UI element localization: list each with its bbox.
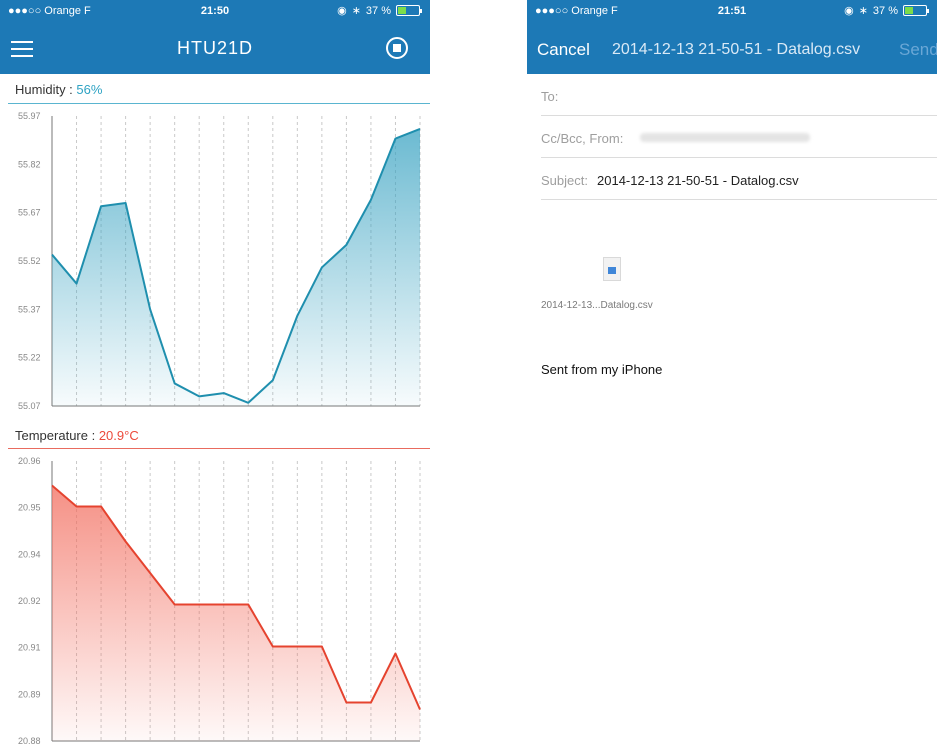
app-title: HTU21D	[176, 38, 253, 58]
temperature-data-point	[419, 708, 422, 711]
spreadsheet-file-icon[interactable]	[603, 257, 621, 281]
temperature-y-tick-label: 20.89	[18, 689, 41, 699]
temperature-header: Temperature : 20.9°C	[15, 428, 139, 443]
temperature-data-point	[247, 603, 250, 606]
humidity-y-tick-label: 55.52	[18, 256, 41, 266]
humidity-data-point	[173, 382, 176, 385]
email-signature: Sent from my iPhone	[541, 362, 663, 377]
temperature-y-tick-label: 20.96	[18, 456, 41, 466]
temperature-label: Temperature :	[15, 428, 99, 443]
temperature-data-point	[198, 603, 201, 606]
humidity-data-point	[271, 379, 274, 382]
subject-field[interactable]: Subject: 2014-12-13 21-50-51 - Datalog.c…	[541, 158, 937, 200]
temperature-data-point	[51, 484, 54, 487]
cc-bcc-from-field[interactable]: Cc/Bcc, From:	[541, 116, 937, 158]
humidity-data-point	[247, 401, 250, 404]
temperature-data-point	[394, 652, 397, 655]
mail-compose-screen: ●●●○○ Orange F 21:51 ◉ ∗ 37 % Cancel 201…	[527, 0, 937, 750]
to-label: To:	[541, 89, 559, 104]
humidity-y-tick-label: 55.37	[18, 304, 41, 314]
humidity-y-tick-label: 55.67	[18, 208, 41, 218]
temperature-divider	[8, 448, 430, 449]
subject-value: 2014-12-13 21-50-51 - Datalog.csv	[597, 173, 799, 188]
status-bar: ●●●○○ Orange F 21:50 ◉ ∗ 37 %	[0, 0, 430, 23]
humidity-y-tick-label: 55.97	[18, 111, 41, 121]
humidity-data-point	[394, 137, 397, 140]
humidity-data-point	[369, 198, 372, 201]
humidity-data-point	[296, 314, 299, 317]
humidity-data-point	[345, 243, 348, 246]
temperature-data-point	[173, 603, 176, 606]
humidity-data-point	[419, 127, 422, 130]
temperature-value: 20.9°C	[98, 428, 139, 443]
temperature-y-tick-label: 20.94	[18, 549, 41, 559]
temperature-y-tick-label: 20.92	[18, 596, 41, 606]
battery-icon	[903, 5, 929, 16]
temperature-y-tick-label: 20.88	[18, 736, 41, 746]
navigation-bar: ●●●○○ Orange F 21:50 ◉ ∗ 37 % HTU21D	[0, 0, 430, 74]
temperature-data-point	[124, 540, 127, 543]
temperature-data-point	[296, 645, 299, 648]
humidity-area	[52, 128, 420, 406]
temperature-data-point	[320, 645, 323, 648]
temperature-y-tick-label: 20.91	[18, 643, 41, 653]
cc-bcc-from-label: Cc/Bcc, From:	[541, 131, 624, 146]
temperature-data-point	[271, 645, 274, 648]
temperature-chart: 20.96 20.95 20.94 20.92 20.91 20.89 20.88	[18, 456, 422, 746]
temperature-data-point	[345, 701, 348, 704]
humidity-y-tick-label: 55.22	[18, 353, 41, 363]
humidity-value: 56%	[76, 82, 103, 97]
record-stop-icon[interactable]	[386, 37, 408, 59]
alarm-icon: ◉	[337, 5, 347, 17]
humidity-data-point	[222, 392, 225, 395]
attachment-label[interactable]: 2014-12-13...Datalog.csv	[541, 300, 653, 311]
temperature-y-tick-label: 20.95	[18, 503, 41, 513]
humidity-chart: 55.97 55.82 55.67 55.52 55.37 55.22 55.07	[18, 111, 422, 411]
subject-label: Subject:	[541, 173, 588, 188]
humidity-data-point	[100, 205, 103, 208]
status-bar: ●●●○○ Orange F 21:51 ◉ ∗ 37 %	[527, 0, 937, 23]
bluetooth-icon: ∗	[351, 5, 361, 17]
humidity-data-point	[51, 253, 54, 256]
to-field[interactable]: To:	[541, 74, 937, 116]
bluetooth-icon: ∗	[858, 5, 868, 17]
htu21d-app-screen: ●●●○○ Orange F 21:50 ◉ ∗ 37 % HTU21D Hum…	[0, 0, 430, 750]
humidity-label: Humidity :	[15, 82, 77, 97]
humidity-divider	[8, 103, 430, 104]
humidity-data-point	[320, 266, 323, 269]
battery-icon	[396, 5, 422, 16]
humidity-y-tick-label: 55.07	[18, 401, 41, 411]
cancel-button[interactable]: Cancel	[537, 40, 590, 60]
temperature-data-point	[100, 505, 103, 508]
alarm-icon: ◉	[844, 5, 854, 17]
humidity-data-point	[149, 308, 152, 311]
humidity-data-point	[75, 282, 78, 285]
temperature-data-point	[369, 701, 372, 704]
humidity-y-tick-label: 55.82	[18, 159, 41, 169]
humidity-data-point	[124, 202, 127, 205]
send-button[interactable]: Send	[899, 40, 937, 60]
temperature-data-point	[75, 505, 78, 508]
humidity-data-point	[198, 395, 201, 398]
mail-subject-title: 2014-12-13 21-50-51 - Datalog.csv	[612, 41, 861, 58]
humidity-header: Humidity : 56%	[15, 82, 102, 97]
mail-navigation-bar: ●●●○○ Orange F 21:51 ◉ ∗ 37 % Cancel 201…	[527, 0, 937, 74]
temperature-data-point	[149, 572, 152, 575]
battery-percent: 37 %	[365, 4, 391, 17]
redacted-email	[640, 133, 810, 142]
temperature-data-point	[222, 603, 225, 606]
battery-percent: 37 %	[872, 4, 898, 17]
